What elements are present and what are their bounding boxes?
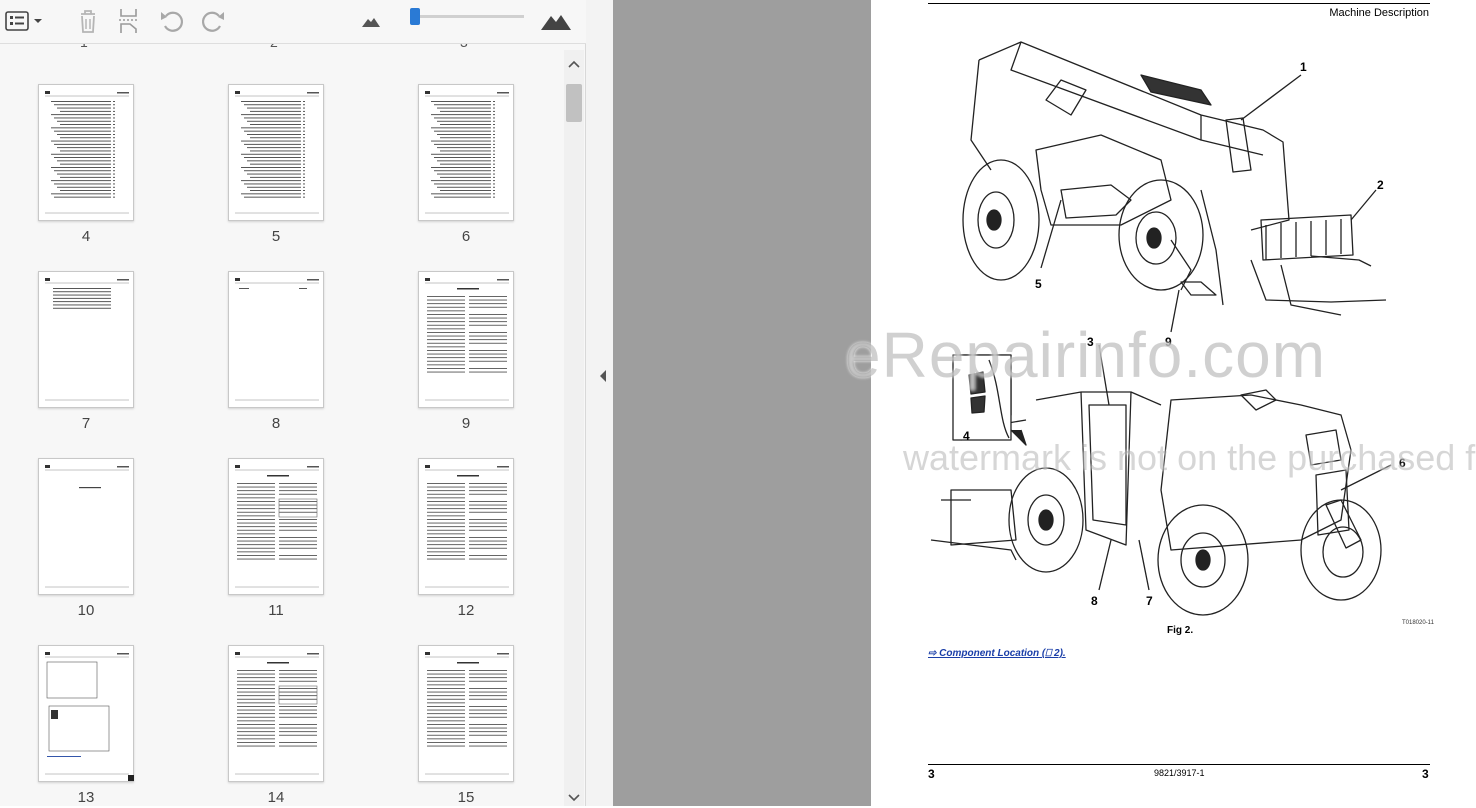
thumbnail-label: 15	[457, 789, 475, 806]
thumbnail-preview	[425, 91, 509, 214]
slider-thumb[interactable]	[410, 8, 421, 25]
previous-row-labels: 1 2 3	[0, 44, 564, 52]
list-view-icon	[5, 11, 42, 31]
thumbnail-panel: 1 2 3 456789101112131415	[0, 0, 586, 806]
page-thumbnail[interactable]	[228, 84, 324, 221]
current-page-marker	[128, 775, 134, 781]
panel-splitter[interactable]	[586, 0, 613, 806]
callout-8: 8	[1091, 594, 1098, 608]
thumbnail-label: 11	[268, 602, 284, 619]
insert-page-button[interactable]	[112, 6, 146, 36]
rotate-left-icon	[161, 11, 184, 32]
callout-1: 1	[1300, 60, 1307, 74]
thumbnail-preview	[45, 465, 129, 588]
page-thumbnail[interactable]	[418, 458, 514, 595]
document-gutter	[613, 0, 871, 806]
chevron-up-icon	[568, 60, 580, 68]
large-mountain-icon	[541, 15, 571, 30]
thumbnail-preview	[235, 278, 319, 401]
scroll-thumb[interactable]	[566, 84, 582, 122]
insert-page-icon	[119, 9, 139, 33]
chevron-down-icon	[568, 794, 580, 802]
thumbnail-preview	[235, 465, 319, 588]
figure-code: T018020-11	[1402, 620, 1434, 626]
rotate-right-button[interactable]	[196, 6, 230, 36]
page-thumbnail[interactable]	[228, 458, 324, 595]
page-thumbnail[interactable]	[38, 645, 134, 782]
thumbnail-preview	[235, 91, 319, 214]
thumbnail-label: 9	[461, 415, 471, 432]
collapse-panel-button[interactable]	[598, 368, 608, 389]
thumbnail-toolbar	[0, 0, 586, 44]
thumbnail-label: 8	[271, 415, 281, 432]
footer-document-code: 9821/3917-1	[1154, 768, 1205, 778]
thumbnail-label: 12	[457, 602, 475, 619]
page-header: Machine Description	[1329, 7, 1429, 19]
thumbnail-label: 7	[81, 415, 91, 432]
callout-2: 2	[1377, 178, 1384, 192]
scroll-down-button[interactable]	[564, 788, 584, 808]
delete-page-button[interactable]	[72, 6, 104, 36]
component-location-link[interactable]: ⇨ Component Location (⎕ 2).	[928, 648, 1066, 659]
footer-page-number-left: 3	[928, 767, 935, 781]
thumbnail-label: 3	[460, 44, 468, 50]
rotate-left-button[interactable]	[155, 6, 189, 36]
header-rule	[928, 3, 1430, 4]
thumbnail-label: 1	[80, 44, 88, 50]
page-thumbnail[interactable]	[418, 645, 514, 782]
thumbnail-label: 14	[267, 789, 285, 806]
footer-page-number-right: 3	[1422, 767, 1429, 781]
thumbnail-preview	[425, 652, 509, 775]
thumbnail-label: 6	[461, 228, 471, 245]
thumbnail-label: 4	[81, 228, 91, 245]
page-thumbnail[interactable]	[228, 645, 324, 782]
zoom-out-thumbnails-button[interactable]	[358, 6, 384, 36]
small-mountain-icon	[362, 18, 380, 27]
figure-caption: Fig 2.	[1167, 625, 1194, 636]
page-thumbnail[interactable]	[38, 84, 134, 221]
thumbnail-preview	[45, 278, 129, 401]
chevron-left-icon	[600, 370, 606, 382]
callout-5: 5	[1035, 277, 1042, 291]
thumbnail-preview	[425, 278, 509, 401]
thumbnail-preview	[45, 91, 129, 214]
thumbnail-scrollbar[interactable]	[564, 50, 584, 806]
page-thumbnail[interactable]	[38, 271, 134, 408]
thumbnail-label: 10	[77, 602, 95, 619]
thumbnail-grid: 1 2 3 456789101112131415	[0, 44, 564, 806]
page-thumbnail[interactable]	[418, 84, 514, 221]
thumbnail-preview	[425, 465, 509, 588]
thumbnail-label: 2	[270, 44, 278, 50]
footer-rule	[928, 764, 1430, 765]
document-page: Machine Description 1 2 3 4 5 6 7 8 9 T0…	[871, 0, 1476, 806]
thumbnail-label: 5	[271, 228, 281, 245]
rotate-right-icon	[201, 11, 224, 32]
trash-icon	[81, 10, 95, 33]
page-thumbnail[interactable]	[38, 458, 134, 595]
page-thumbnail[interactable]	[418, 271, 514, 408]
page-thumbnail[interactable]	[228, 271, 324, 408]
thumbnail-preview	[235, 652, 319, 775]
thumbnail-size-slider[interactable]	[410, 8, 524, 25]
thumbnail-preview	[45, 652, 129, 775]
zoom-in-thumbnails-button[interactable]	[538, 6, 574, 36]
view-menu-button[interactable]	[2, 6, 44, 36]
watermark-site: eRepairinfo.com	[845, 319, 1326, 391]
scroll-up-button[interactable]	[564, 54, 584, 74]
watermark-notice: watermark is not on the purchased file	[903, 437, 1476, 478]
callout-7: 7	[1146, 594, 1153, 608]
thumbnail-label: 13	[77, 789, 95, 806]
